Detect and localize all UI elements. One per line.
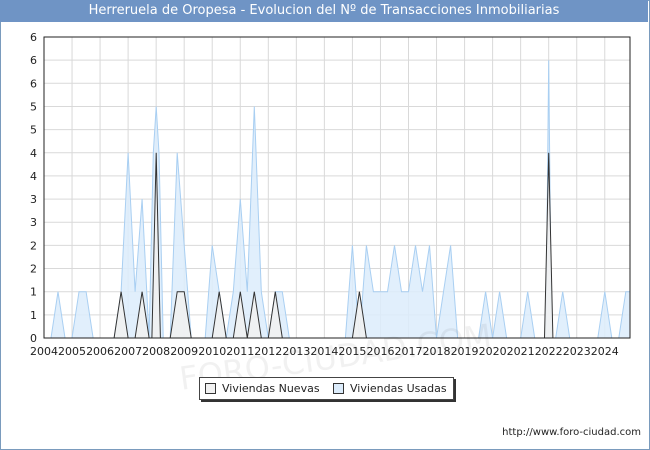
x-tick-label: 2008 xyxy=(142,345,170,358)
x-tick-label: 2004 xyxy=(30,345,58,358)
legend: Viviendas Nuevas Viviendas Usadas xyxy=(199,377,454,400)
x-tick-label: 2022 xyxy=(535,345,563,358)
y-tick-label: 5 xyxy=(30,124,37,137)
legend-item-nuevas: Viviendas Nuevas xyxy=(205,382,320,395)
y-tick-label: 6 xyxy=(30,54,37,67)
y-tick-label: 5 xyxy=(30,100,37,113)
y-tick-label: 1 xyxy=(30,286,37,299)
y-tick-label: 3 xyxy=(30,216,37,229)
x-tick-label: 2024 xyxy=(591,345,619,358)
y-tick-label: 6 xyxy=(30,31,37,44)
x-tick-label: 2006 xyxy=(86,345,114,358)
y-tick-label: 6 xyxy=(30,77,37,90)
legend-swatch-nuevas xyxy=(205,383,216,394)
y-tick-label: 4 xyxy=(30,170,37,183)
legend-label-nuevas: Viviendas Nuevas xyxy=(222,382,320,395)
y-tick-label: 0 xyxy=(30,332,37,345)
x-tick-label: 2021 xyxy=(507,345,535,358)
x-tick-label: 2023 xyxy=(563,345,591,358)
source-link[interactable]: http://www.foro-ciudad.com xyxy=(502,427,641,438)
x-tick-label: 2005 xyxy=(58,345,86,358)
x-tick-label: 2007 xyxy=(114,345,142,358)
legend-item-usadas: Viviendas Usadas xyxy=(333,382,447,395)
y-tick-label: 4 xyxy=(30,147,37,160)
y-tick-label: 2 xyxy=(30,263,37,276)
y-tick-label: 3 xyxy=(30,193,37,206)
y-tick-label: 2 xyxy=(30,239,37,252)
y-tick-label: 1 xyxy=(30,309,37,322)
legend-label-usadas: Viviendas Usadas xyxy=(350,382,447,395)
x-tick-label: 2009 xyxy=(170,345,198,358)
legend-swatch-usadas xyxy=(333,383,344,394)
